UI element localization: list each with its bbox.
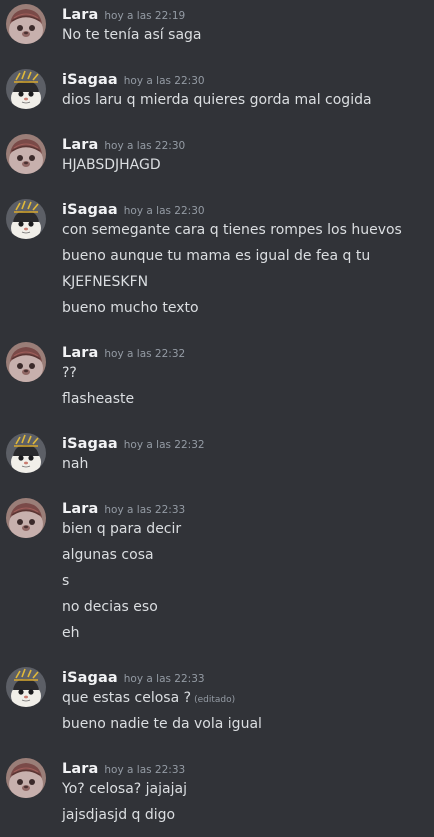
message-text: bueno nadie te da vola igual [62,716,262,732]
isagaa-avatar[interactable] [6,199,46,239]
timestamp: hoy a las 22:30 [104,140,186,152]
message-text: bueno mucho texto [62,300,199,316]
message-header: Lara hoy a las 22:19 [62,4,185,24]
username[interactable]: Lara [62,761,98,777]
isagaa-avatar[interactable] [6,69,46,109]
message-text: eh [62,625,80,641]
lara-avatar[interactable] [6,498,46,538]
username[interactable]: iSagaa [62,202,118,218]
message-text: algunas cosa [62,547,154,563]
message-text: bueno aunque tu mama es igual de fea q t… [62,248,371,264]
username[interactable]: Lara [62,345,98,361]
message-text: s [62,573,70,589]
message-text: jajsdjasjd q digo [62,807,176,823]
message-text: Yo? celosa? jajajaj [62,781,187,797]
message-text: con semegante cara q tienes rompes los h… [62,222,402,238]
message-body: que estas celosa ? [62,690,192,706]
message-text: que estas celosa ? (editado) [62,689,235,709]
message-header: Lara hoy a las 22:33 [62,758,185,778]
message-header: Lara hoy a las 22:30 [62,134,185,154]
message-text: bien q para decir [62,521,182,537]
message-text: ?? [62,365,77,381]
message-text: flasheaste [62,391,135,407]
message-text: nah [62,456,89,472]
message-text: dios laru q mierda quieres gorda mal cog… [62,92,372,108]
message-text: HJABSDJHAGD [62,157,161,173]
timestamp: hoy a las 22:33 [123,673,205,685]
message-header: iSagaa hoy a las 22:33 [62,667,205,687]
message-header: Lara hoy a las 22:33 [62,498,185,518]
username[interactable]: Lara [62,137,98,153]
message-text: no decias eso [62,599,158,615]
username[interactable]: iSagaa [62,72,118,88]
isagaa-avatar[interactable] [6,667,46,707]
timestamp: hoy a las 22:32 [123,439,205,451]
message-header: iSagaa hoy a las 22:30 [62,69,205,89]
message-header: iSagaa hoy a las 22:30 [62,199,205,219]
username[interactable]: Lara [62,501,98,517]
message-text: KJEFNESKFN [62,274,149,290]
message-text: No te tenía así saga [62,27,202,43]
edited-indicator: (editado) [194,695,236,705]
username[interactable]: Lara [62,7,98,23]
lara-avatar[interactable] [6,134,46,174]
timestamp: hoy a las 22:30 [123,205,205,217]
lara-avatar[interactable] [6,758,46,798]
timestamp: hoy a las 22:32 [104,348,186,360]
message-header: Lara hoy a las 22:32 [62,342,185,362]
message-header: iSagaa hoy a las 22:32 [62,433,205,453]
timestamp: hoy a las 22:33 [104,504,186,516]
timestamp: hoy a las 22:19 [104,10,186,22]
timestamp: hoy a las 22:33 [104,764,186,776]
isagaa-avatar[interactable] [6,433,46,473]
username[interactable]: iSagaa [62,670,118,686]
lara-avatar[interactable] [6,342,46,382]
timestamp: hoy a las 22:30 [123,75,205,87]
lara-avatar[interactable] [6,4,46,44]
username[interactable]: iSagaa [62,436,118,452]
